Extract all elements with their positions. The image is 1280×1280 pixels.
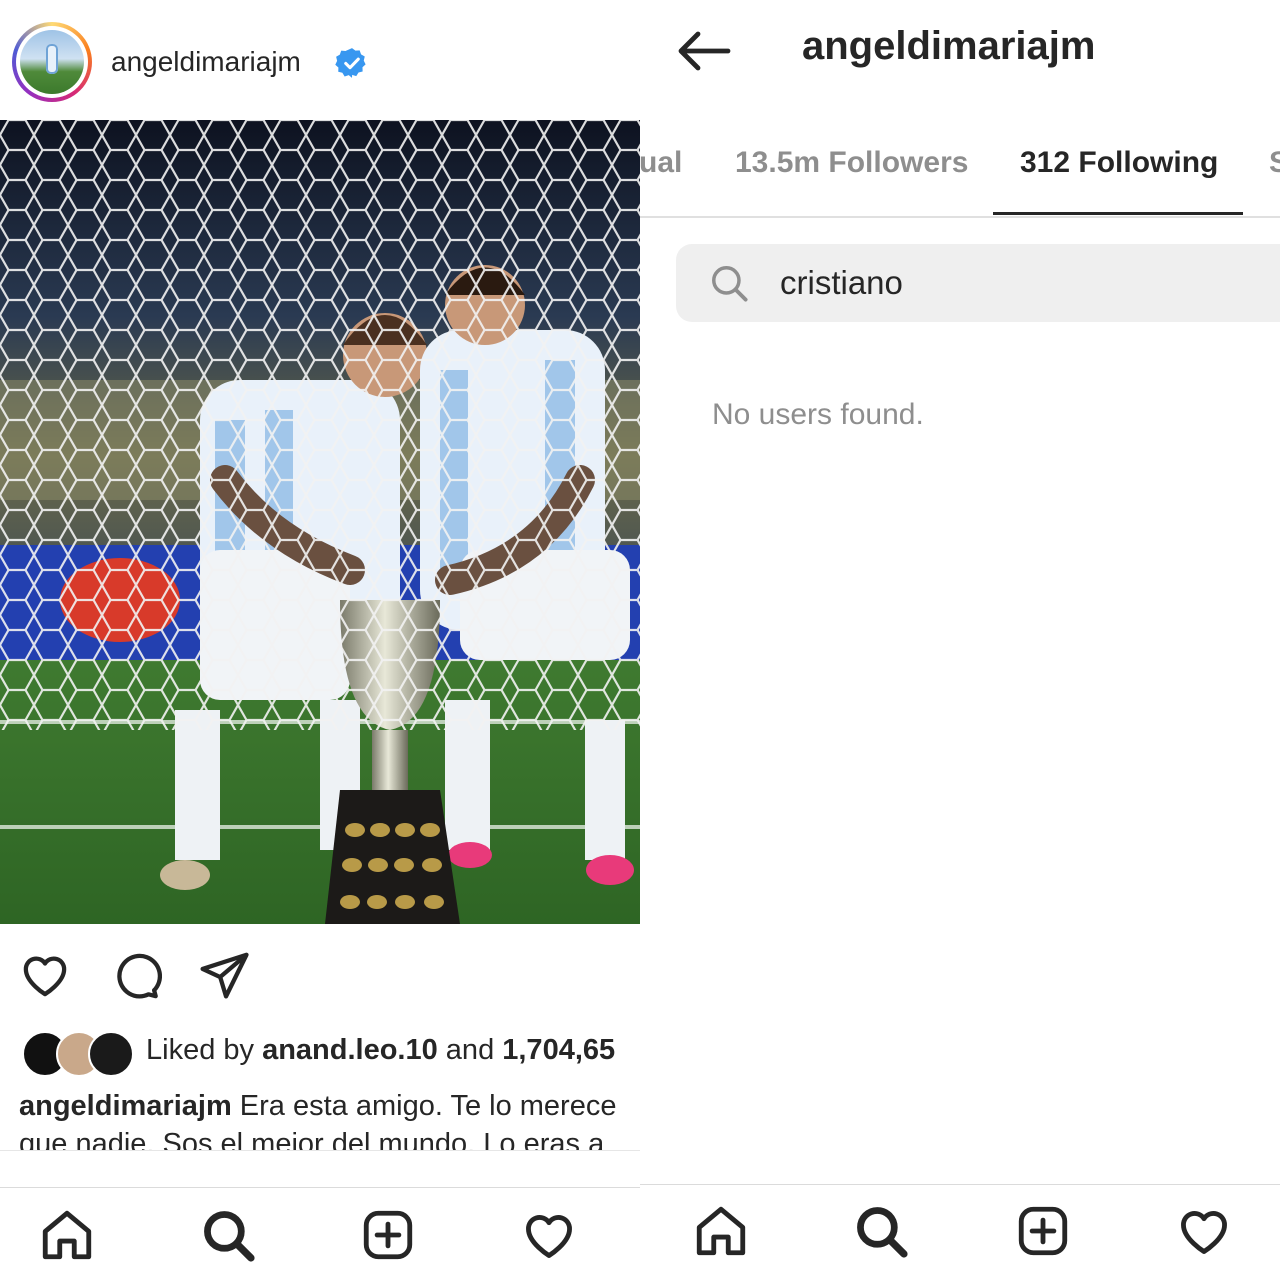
bottom-nav [640,1186,1280,1276]
post-caption: angeldimariajm Era esta amigo. Te lo mer… [19,1087,640,1151]
share-icon[interactable] [197,948,251,1002]
bottom-nav [0,1190,640,1280]
new-post-icon[interactable] [359,1206,417,1264]
tab-mutual[interactable]: ual [640,146,682,180]
search-input[interactable] [780,256,1260,310]
search-box[interactable] [676,244,1280,322]
tab-suggested[interactable]: S [1269,146,1280,180]
post-header: angeldimariajm [0,0,640,120]
activity-heart-icon[interactable] [520,1206,578,1264]
search-icon [712,266,748,302]
activity-heart-icon[interactable] [1175,1202,1233,1260]
likes-row[interactable]: Liked by anand.leo.10 and 1,704,65 [0,1028,640,1078]
verified-badge-icon [335,48,366,78]
search-icon[interactable] [199,1206,257,1264]
caption-text-line2: que nadie. Sos el mejor del mundo. Lo er… [19,1128,605,1151]
liker-username[interactable]: anand.leo.10 [262,1034,438,1066]
divider [0,1187,640,1188]
post-action-bar [0,940,640,1010]
search-icon[interactable] [852,1202,910,1260]
back-arrow-icon[interactable] [676,26,732,76]
following-panel: angeldimariajm ual 13.5m Followers 312 F… [640,0,1280,1280]
avatar[interactable] [12,22,92,102]
liker-avatar [88,1031,134,1077]
caption-text: Era esta amigo. Te lo merece [231,1090,617,1122]
caption-username[interactable]: angeldimariajm [19,1090,232,1122]
post-panel: angeldimariajm Liked by anand.leo.10 and… [0,0,640,1280]
follow-tabs: ual 13.5m Followers 312 Following S [640,120,1280,218]
divider [0,1150,640,1151]
profile-title: angeldimariajm [802,24,1096,68]
new-post-icon[interactable] [1014,1202,1072,1260]
post-photo[interactable] [0,120,640,924]
likes-count[interactable]: 1,704,65 [502,1034,615,1066]
post-username[interactable]: angeldimariajm [111,46,301,78]
home-icon[interactable] [692,1202,750,1260]
comment-icon[interactable] [108,948,162,1002]
photo-illustration [0,120,640,924]
divider [640,1184,1280,1185]
tab-followers[interactable]: 13.5m Followers [735,146,968,180]
home-icon[interactable] [38,1206,96,1264]
tab-following[interactable]: 312 Following [1020,146,1218,180]
likes-text: Liked by anand.leo.10 and 1,704,65 [146,1034,616,1066]
heart-icon[interactable] [18,948,72,1002]
active-tab-indicator [993,212,1243,215]
avatar-photo [20,30,84,94]
empty-results-message: No users found. [712,398,924,431]
